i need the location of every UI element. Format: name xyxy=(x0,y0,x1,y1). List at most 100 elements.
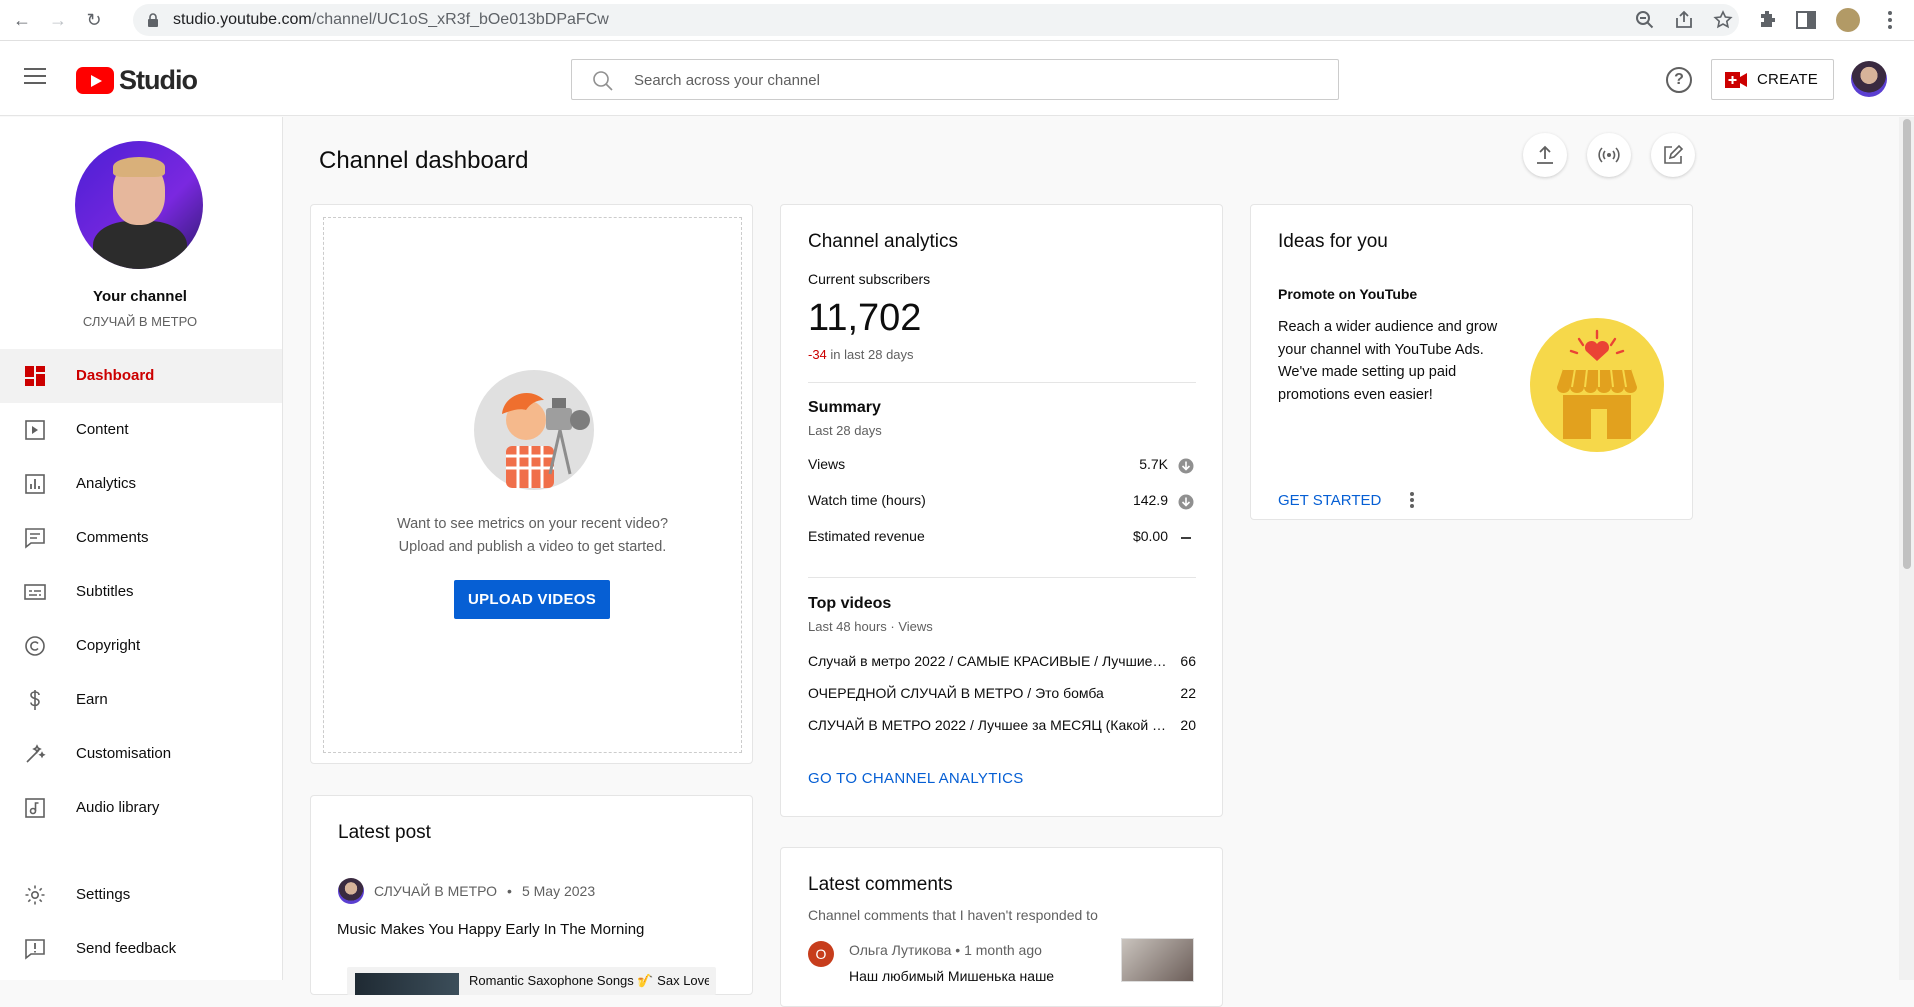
sidebar-item-content[interactable]: Content xyxy=(0,403,282,457)
comments-icon xyxy=(25,528,45,549)
upload-videos-button[interactable]: UPLOAD VIDEOS xyxy=(454,580,610,619)
comment-meta: Ольга Лутикова • 1 month ago xyxy=(849,942,1042,958)
metric-label: Watch time (hours) xyxy=(808,492,926,508)
sidebar-item-copyright[interactable]: Copyright xyxy=(0,619,282,673)
sidebar-item-label: Earn xyxy=(76,691,108,708)
forward-icon[interactable]: → xyxy=(46,8,70,32)
share-icon[interactable] xyxy=(1674,10,1694,30)
search-input[interactable] xyxy=(634,68,1314,92)
go-live-button[interactable] xyxy=(1587,133,1631,177)
post-meta: СЛУЧАЙ В МЕТРО • 5 May 2023 xyxy=(338,878,595,904)
post-date: 5 May 2023 xyxy=(521,883,596,899)
metric-label: Estimated revenue xyxy=(808,528,925,544)
sidebar-item-dashboard[interactable]: Dashboard xyxy=(0,349,282,403)
trend-flat-icon xyxy=(1181,537,1191,539)
sidebar-item-send-feedback[interactable]: Send feedback xyxy=(0,922,282,976)
video-creator-illustration xyxy=(474,370,594,490)
help-icon[interactable]: ? xyxy=(1666,67,1692,93)
channel-name: СЛУЧАЙ В МЕТРО xyxy=(82,314,198,329)
live-broadcast-icon xyxy=(1598,147,1620,163)
page-title: Channel dashboard xyxy=(319,147,529,174)
comment-time: 1 month ago xyxy=(964,942,1042,958)
earn-icon xyxy=(30,690,40,710)
browser-menu-icon[interactable] xyxy=(1878,8,1902,32)
commenter-avatar[interactable]: О xyxy=(808,941,834,967)
summary-row-revenue: Estimated revenue $0.00 xyxy=(808,528,1196,548)
create-post-button[interactable] xyxy=(1651,133,1695,177)
sidebar-item-label: Copyright xyxy=(76,637,141,654)
sidebar-item-label: Content xyxy=(76,421,129,438)
search-box[interactable] xyxy=(571,59,1339,100)
post-attachment[interactable]: Romantic Saxophone Songs 🎷 Sax Love xyxy=(347,967,716,995)
metric-value: 5.7K xyxy=(1139,456,1168,472)
post-author[interactable]: СЛУЧАЙ В МЕТРО xyxy=(374,883,497,899)
upload-dropzone: Want to see metrics on your recent video… xyxy=(323,217,742,753)
metric-label: Views xyxy=(808,456,846,472)
audio-library-icon xyxy=(25,798,45,818)
profile-avatar[interactable] xyxy=(1836,8,1860,32)
attachment-title: Romantic Saxophone Songs 🎷 Sax Love xyxy=(469,973,709,988)
get-started-link[interactable]: GET STARTED xyxy=(1278,492,1381,509)
page-scrollbar[interactable] xyxy=(1899,117,1914,980)
upload-prompt-line2: Upload and publish a video to get starte… xyxy=(398,539,667,555)
metric-value: $0.00 xyxy=(1132,528,1168,544)
sidebar-item-analytics[interactable]: Analytics xyxy=(0,457,282,511)
latest-comments-subtitle: Channel comments that I haven't responde… xyxy=(808,907,1098,923)
top-video-row[interactable]: СЛУЧАЙ В МЕТРО 2022 / Лучшее за МЕСЯЦ (К… xyxy=(808,717,1196,736)
sidebar-item-label: Analytics xyxy=(76,475,137,492)
menu-icon[interactable] xyxy=(24,68,46,86)
analytics-icon xyxy=(25,474,45,494)
sidebar-item-comments[interactable]: Comments xyxy=(0,511,282,565)
zoom-icon[interactable] xyxy=(1635,10,1655,30)
side-panel-icon[interactable] xyxy=(1794,8,1818,32)
sidebar-item-label: Customisation xyxy=(76,745,172,762)
sidebar-nav: Dashboard Content Analytics Comments Sub… xyxy=(0,349,282,835)
create-button[interactable]: CREATE xyxy=(1711,59,1834,100)
channel-avatar[interactable] xyxy=(75,141,203,269)
comment-video-thumbnail[interactable] xyxy=(1121,938,1194,982)
reload-icon[interactable]: ↻ xyxy=(82,8,106,32)
sidebar-item-label: Send feedback xyxy=(76,940,177,957)
sidebar-item-customisation[interactable]: Customisation xyxy=(0,727,282,781)
divider xyxy=(808,382,1196,383)
studio-logo[interactable]: Studio xyxy=(76,65,198,95)
create-label: CREATE xyxy=(1757,71,1818,88)
upload-prompt-card: Want to see metrics on your recent video… xyxy=(310,204,753,764)
top-videos-title: Top videos xyxy=(808,595,892,612)
main-content: Channel dashboard Want to see metrics on… xyxy=(283,117,1889,1007)
bookmark-star-icon[interactable] xyxy=(1713,10,1733,30)
post-text[interactable]: Music Makes You Happy Early In The Morni… xyxy=(337,921,644,938)
comment-author[interactable]: Ольга Лутикова xyxy=(849,942,951,958)
address-bar[interactable]: studio.youtube.com/channel/UC1oS_xR3f_bO… xyxy=(133,4,1739,36)
top-video-views: 66 xyxy=(1180,653,1196,669)
separator: • xyxy=(507,883,512,899)
sidebar-item-subtitles[interactable]: Subtitles xyxy=(0,565,282,619)
latest-post-title: Latest post xyxy=(338,822,431,843)
top-video-views: 20 xyxy=(1180,717,1196,733)
divider xyxy=(808,577,1196,578)
extensions-icon[interactable] xyxy=(1756,8,1780,32)
top-video-row[interactable]: Случай в метро 2022 / САМЫЕ КРАСИВЫЕ / Л… xyxy=(808,653,1196,672)
customisation-icon xyxy=(26,744,46,763)
back-icon[interactable]: ← xyxy=(10,8,34,32)
account-avatar[interactable] xyxy=(1851,61,1887,97)
scrollbar-thumb[interactable] xyxy=(1903,119,1911,569)
sidebar-item-settings[interactable]: Settings xyxy=(0,868,282,922)
more-options-icon[interactable] xyxy=(1409,491,1415,509)
upload-button[interactable] xyxy=(1523,133,1567,177)
edit-post-icon xyxy=(1664,144,1684,164)
ideas-card: Ideas for you Promote on YouTube Reach a… xyxy=(1250,204,1693,520)
settings-icon xyxy=(25,885,45,905)
sidebar-item-label: Settings xyxy=(76,886,131,903)
attachment-thumbnail xyxy=(355,973,459,995)
top-video-row[interactable]: ОЧЕРЕДНОЙ СЛУЧАЙ В МЕТРО / Это бомба 22 xyxy=(808,685,1196,704)
browser-toolbar: ← → ↻ studio.youtube.com/channel/UC1oS_x… xyxy=(0,0,1914,41)
sidebar-item-earn[interactable]: Earn xyxy=(0,673,282,727)
sidebar-item-label: Comments xyxy=(76,529,149,546)
post-author-avatar xyxy=(338,878,364,904)
summary-row-watch-time: Watch time (hours) 142.9 xyxy=(808,492,1196,512)
go-to-channel-analytics-link[interactable]: GO TO CHANNEL ANALYTICS xyxy=(808,770,1024,787)
url-text: studio.youtube.com/channel/UC1oS_xR3f_bO… xyxy=(173,11,609,28)
sidebar-item-audio-library[interactable]: Audio library xyxy=(0,781,282,835)
upload-prompt-line1: Want to see metrics on your recent video… xyxy=(396,516,669,532)
